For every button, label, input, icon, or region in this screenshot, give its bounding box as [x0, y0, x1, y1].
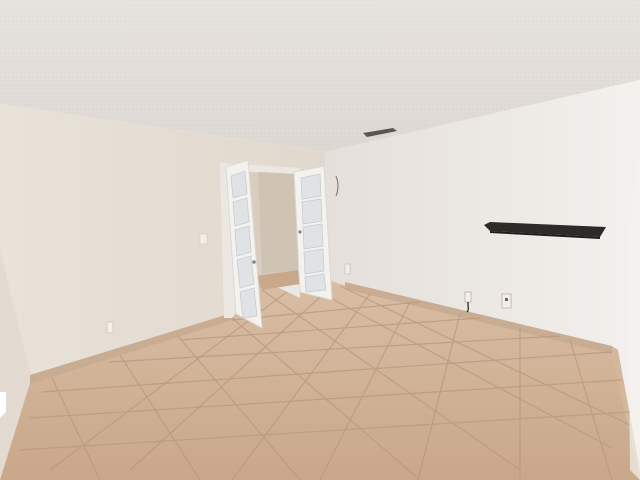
light-switch	[199, 233, 208, 245]
right-door-handle	[298, 230, 302, 234]
cable-jack	[464, 291, 472, 303]
outlet-left	[106, 321, 114, 334]
left-door-handle	[252, 260, 256, 264]
room-photo	[0, 0, 640, 480]
room-illustration	[0, 0, 640, 480]
outlet-right-near-door	[344, 263, 351, 275]
hallway-wall	[258, 172, 298, 274]
